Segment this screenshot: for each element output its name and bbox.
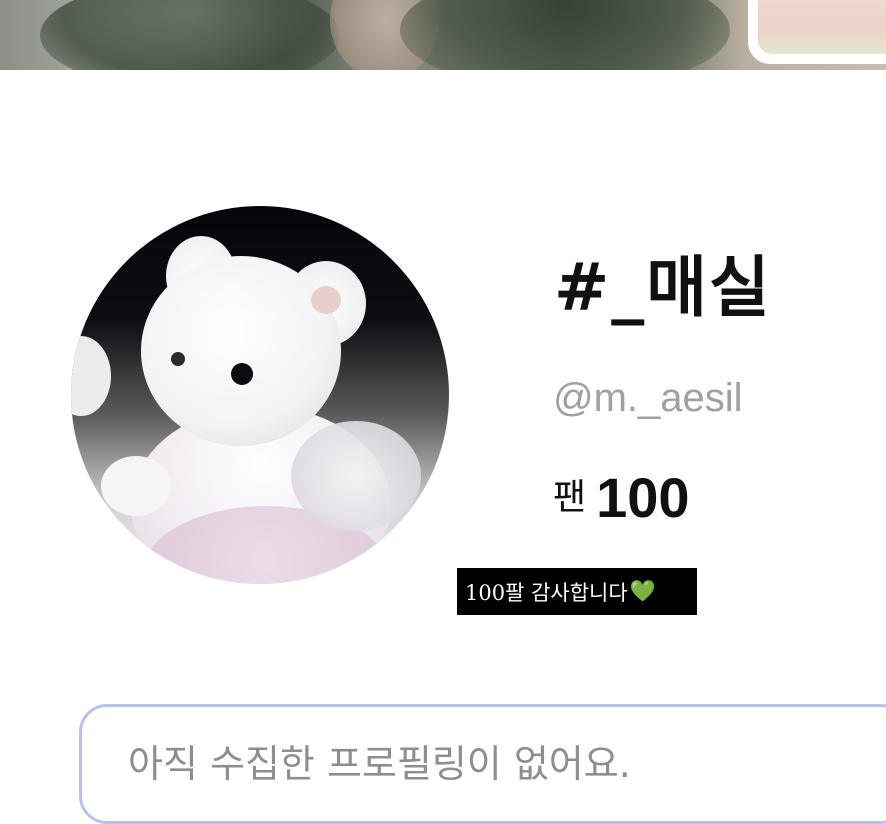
profile-display-name: #_매실 [554,249,772,326]
profile-handle[interactable]: @m._aesil [553,378,743,418]
green-heart-icon: 💚 [629,579,656,603]
avatar-eye-left [171,352,185,366]
avatar-ear-inner [311,286,341,314]
cover-hair-right [400,0,730,70]
avatar-paw [71,336,111,416]
empty-state-message: 아직 수집한 프로필링이 없어요. [128,742,631,786]
avatar-eye-right [231,363,253,385]
caption-text: 100팔 감사합니다 [465,580,628,605]
cover-sticker [748,0,886,64]
avatar-head [141,256,341,446]
fan-count-label: 팬 [553,477,587,518]
profile-caption: 100팔 감사합니다 💚 [457,568,697,615]
fan-count[interactable]: 팬 100 [553,470,690,526]
avatar-wing [291,421,421,531]
profile-avatar[interactable] [71,206,449,584]
fan-count-value: 100 [596,466,690,529]
cover-sticker-inner [758,0,886,54]
collection-empty-state: 아직 수집한 프로필링이 없어요. [79,704,886,824]
avatar-hand [101,456,171,516]
cover-hair-left [40,0,340,70]
cover-image [0,0,886,70]
